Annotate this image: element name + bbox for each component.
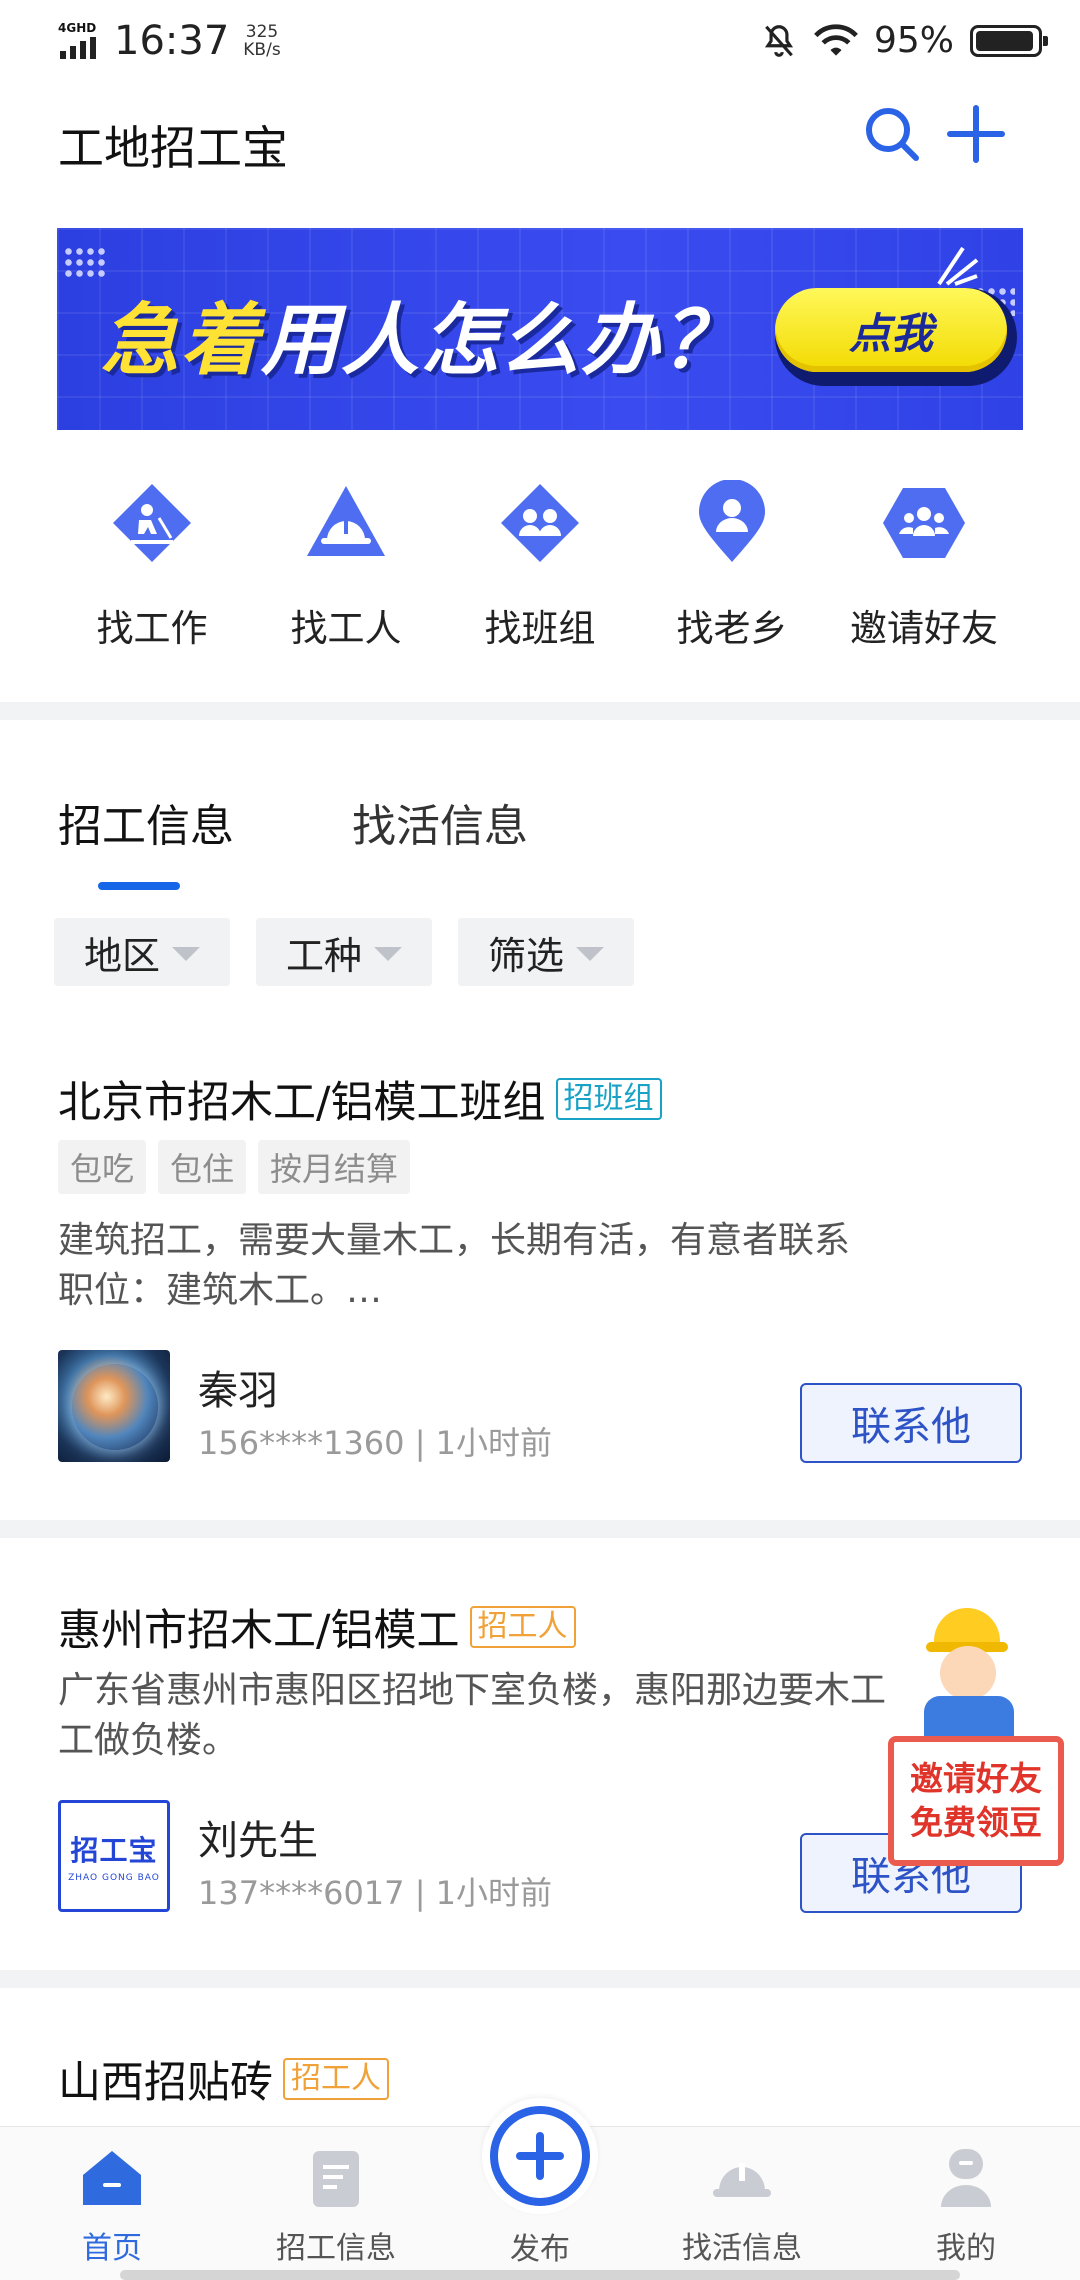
avatar: 招工宝 ZHAO GONG BAO	[58, 1800, 170, 1912]
home-indicator	[120, 2270, 960, 2280]
quick-nav-find-team[interactable]: 找班组	[450, 480, 630, 652]
poster-name: 刘先生	[198, 1818, 318, 1864]
section-divider	[0, 702, 1080, 720]
banner-cta-button[interactable]: 点我	[775, 288, 1017, 386]
group-icon	[883, 488, 965, 558]
wifi-icon	[814, 23, 858, 56]
listing-description: 广东省惠州市惠阳区招地下室负楼，惠阳那边要木工 工做负楼。	[58, 1670, 887, 1761]
helmet-icon	[713, 2163, 771, 2197]
tab-recruit-info[interactable]: 招工信息	[58, 790, 234, 854]
publish-button[interactable]	[482, 2098, 598, 2214]
section-divider	[0, 1520, 1080, 1538]
clock: 16:37	[114, 18, 230, 64]
plus-circle-icon	[490, 2106, 590, 2206]
filter-region[interactable]: 地区	[54, 918, 231, 986]
banner-headline: 急着用人怎么办？	[101, 296, 742, 386]
network-type: 4GHD	[58, 21, 97, 35]
team-icon	[501, 484, 579, 562]
app-title: 工地招工宝	[58, 121, 288, 175]
poster-meta: 137****6017 | 1小时前	[198, 1874, 553, 1912]
listing-tag: 招工人	[469, 1606, 576, 1648]
poster-name: 秦羽	[198, 1368, 278, 1414]
promo-banner[interactable]: 急着用人怎么办？ 点我	[57, 228, 1023, 430]
invite-float-badge[interactable]: 邀请好友 免费领豆	[888, 1604, 1064, 1872]
helmet-icon	[926, 1608, 1008, 1652]
home-icon	[83, 2151, 141, 2205]
location-person-icon	[699, 480, 765, 562]
publish-label: 发布	[510, 2232, 570, 2267]
network-speed: 325 KB/s	[243, 22, 281, 60]
mute-bell-icon	[764, 24, 794, 57]
poster-meta: 156****1360 | 1小时前	[198, 1424, 553, 1462]
battery-percent: 95%	[873, 20, 954, 61]
nav-home[interactable]: 首页	[32, 2145, 192, 2267]
plus-icon[interactable]	[946, 104, 1006, 164]
nav-recruit-info[interactable]: 招工信息	[256, 2145, 416, 2267]
user-icon	[941, 2149, 991, 2207]
nav-job-info[interactable]: 找活信息	[662, 2145, 822, 2267]
quick-nav-invite-friends[interactable]: 邀请好友	[834, 480, 1014, 652]
filter-more[interactable]: 筛选	[458, 918, 635, 986]
status-bar: 4GHD 16:37 325 KB/s 95%	[0, 0, 1080, 84]
tab-job-info[interactable]: 找活信息	[352, 790, 528, 854]
document-icon	[313, 2151, 359, 2207]
sparkle-icon	[937, 246, 979, 286]
listing-title: 惠州市招木工/铝模工 招工人	[58, 1596, 576, 1658]
listing-title: 山西招贴砖 招工人	[58, 2048, 389, 2110]
filter-bar: 地区 工种 筛选	[54, 918, 635, 986]
caret-down-icon	[172, 947, 201, 961]
hard-hat-icon	[307, 486, 385, 556]
avatar	[58, 1350, 170, 1462]
filter-trade[interactable]: 工种	[256, 918, 433, 986]
tab-active-indicator	[98, 882, 180, 890]
listing-description: 建筑招工，需要大量木工，长期有活，有意者联系 职位：建筑木工。…	[58, 1220, 851, 1311]
worker-digging-icon	[113, 484, 191, 562]
listing-tag: 招班组	[555, 1078, 662, 1120]
quick-nav-find-townsman[interactable]: 找老乡	[642, 480, 822, 652]
quick-nav: 找工作 找工人 找班组 找老乡 邀请好友	[0, 480, 1080, 660]
contact-button[interactable]: 联系他	[800, 1383, 1022, 1463]
nav-mine[interactable]: 我的	[886, 2145, 1046, 2267]
signal-icon: 4GHD	[58, 21, 106, 61]
caret-down-icon	[576, 947, 605, 961]
caret-down-icon	[374, 947, 403, 961]
quick-nav-find-worker[interactable]: 找工人	[256, 480, 436, 652]
listing-tag: 招工人	[283, 2058, 389, 2100]
section-divider	[0, 1970, 1080, 1988]
quick-nav-find-job[interactable]: 找工作	[62, 480, 242, 652]
benefit-chips: 包吃 包住 按月结算	[58, 1140, 411, 1194]
listing-title: 北京市招木工/铝模工班组 招班组	[58, 1068, 662, 1130]
search-icon[interactable]	[862, 104, 922, 164]
battery-icon	[970, 24, 1048, 57]
